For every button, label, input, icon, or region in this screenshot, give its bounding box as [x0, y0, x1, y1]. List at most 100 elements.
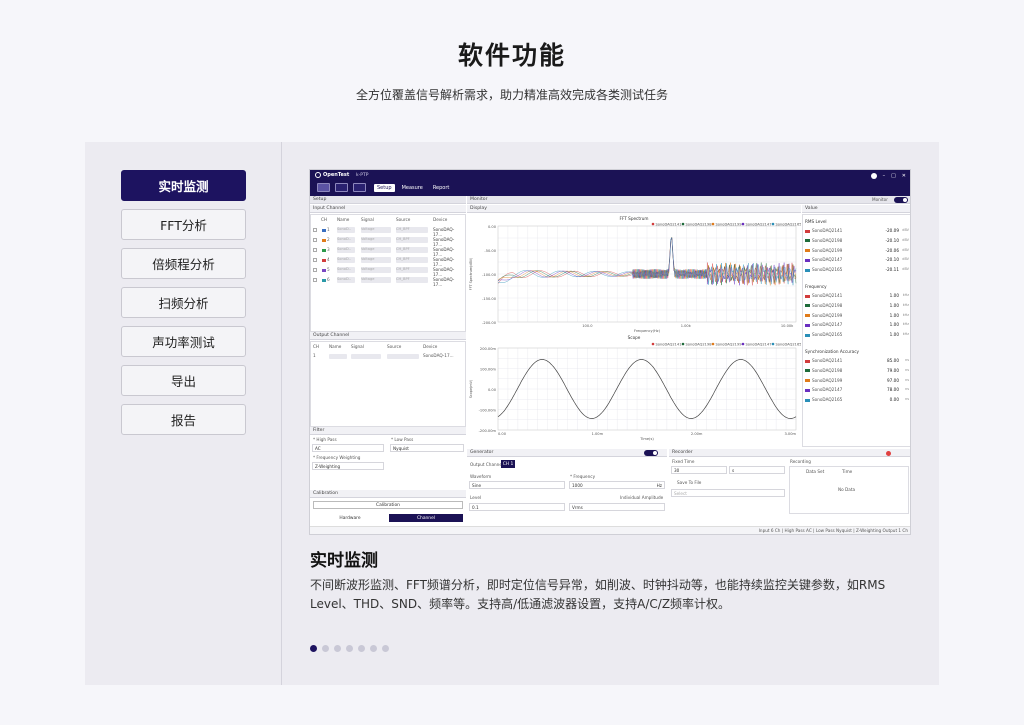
row-source[interactable]: CH_BPF	[396, 227, 428, 233]
fixed-time-unit[interactable]: s	[729, 466, 785, 474]
row-checkbox[interactable]	[313, 228, 317, 232]
level-input[interactable]: 0.1	[469, 503, 565, 511]
menu-item-report[interactable]: 报告	[121, 404, 246, 435]
row-checkbox[interactable]	[313, 278, 317, 282]
tab-setup[interactable]: Setup	[374, 184, 395, 192]
legend-swatch	[771, 342, 775, 346]
row-signal[interactable]: Voltage	[361, 237, 391, 243]
row-source[interactable]: CH_BPF	[396, 247, 428, 253]
pager-dot[interactable]	[346, 645, 353, 652]
row-name[interactable]: SonoD..	[337, 227, 355, 233]
row-checkbox[interactable]	[313, 248, 317, 252]
scope-ytick: 0.00	[488, 388, 497, 392]
frequency-unit: Hz	[656, 483, 662, 488]
row-checkbox[interactable]	[313, 238, 317, 242]
row-checkbox[interactable]	[313, 258, 317, 262]
fft-ytick: -50.00	[484, 249, 496, 253]
legend-swatch	[711, 342, 715, 346]
menu-item-sweep[interactable]: 扫频分析	[121, 287, 246, 318]
row-signal[interactable]: Voltage	[361, 227, 391, 233]
pager-dot[interactable]	[358, 645, 365, 652]
project-name: k-PTP	[356, 173, 369, 178]
tab-channel[interactable]: Channel	[389, 514, 463, 522]
low-pass-select[interactable]: Nyquist	[390, 444, 464, 452]
series-value: 1.00	[889, 302, 899, 308]
scope-ylabel: Scope(mV)	[469, 379, 473, 398]
monitor-toggle[interactable]	[894, 197, 908, 203]
weighting-select[interactable]: Z-Weighting	[312, 462, 384, 470]
row-ch: 3	[327, 247, 330, 252]
setup-header: Setup	[310, 196, 466, 204]
out-row-name[interactable]	[329, 354, 347, 359]
series-swatch	[805, 398, 810, 402]
series-swatch	[805, 294, 810, 298]
series-swatch	[805, 323, 810, 327]
menu-item-fft[interactable]: FFT分析	[121, 209, 246, 240]
row-source[interactable]: CH_BPF	[396, 277, 428, 283]
col-signal: Signal	[361, 217, 374, 222]
row-signal[interactable]: Voltage	[361, 247, 391, 253]
avatar[interactable]	[870, 173, 877, 179]
layout-icon[interactable]	[317, 183, 330, 192]
close-icon[interactable]: ✕	[902, 173, 906, 179]
sync-row: SonoDAQ2198 79.00 ns	[805, 368, 909, 373]
row-name[interactable]: SonoD..	[337, 247, 355, 253]
tab-report[interactable]: Report	[430, 184, 453, 192]
menu-item-octave[interactable]: 倍频程分析	[121, 248, 246, 279]
row-name[interactable]: SonoD..	[337, 277, 355, 283]
fft-ylabel: FFT Spectrum(dBV)	[469, 257, 473, 290]
out-col-source: Source	[387, 344, 402, 349]
legend-swatch	[741, 342, 745, 346]
pager-dot[interactable]	[382, 645, 389, 652]
save-path-select[interactable]: Select	[671, 489, 785, 497]
series-swatch	[805, 379, 810, 383]
out-row-signal[interactable]	[351, 354, 381, 359]
out-row-source[interactable]	[387, 354, 419, 359]
network-icon[interactable]	[353, 183, 366, 192]
calibration-button[interactable]: Calibration	[313, 501, 463, 509]
row-name[interactable]: SonoD..	[337, 237, 355, 243]
generator-toggle[interactable]	[644, 450, 658, 456]
row-name[interactable]: SonoD..	[337, 267, 355, 273]
pager-dot[interactable]	[334, 645, 341, 652]
freq-title: Frequency	[805, 284, 827, 289]
row-source[interactable]: CH_BPF	[396, 237, 428, 243]
gen-output-ch1[interactable]: CH 1	[501, 460, 515, 468]
level-unit-select[interactable]: Vrms	[569, 503, 665, 511]
col-ch: CH	[321, 217, 328, 222]
tab-measure[interactable]: Measure	[399, 184, 426, 192]
row-signal[interactable]: Voltage	[361, 267, 391, 273]
menu-item-sound-power[interactable]: 声功率测试	[121, 326, 246, 357]
channel-color-swatch	[322, 268, 326, 272]
logo-icon	[315, 172, 321, 178]
fixed-time-input[interactable]: 30	[671, 466, 727, 474]
fft-ytick: 0.00	[488, 225, 497, 229]
pager-dot[interactable]	[310, 645, 317, 652]
waveform-label: Waveform	[470, 474, 492, 479]
menu-item-realtime[interactable]: 实时监测	[121, 170, 246, 201]
minimize-icon[interactable]: –	[883, 173, 886, 179]
menu-item-export[interactable]: 导出	[121, 365, 246, 396]
pager-dot[interactable]	[370, 645, 377, 652]
waveform-select[interactable]: Sine	[469, 481, 565, 489]
rms-row: SonoDAQ2199 -20.06 dBV	[805, 248, 909, 253]
calibration-header: Calibration	[310, 490, 466, 498]
row-checkbox[interactable]	[313, 268, 317, 272]
row-source[interactable]: CH_BPF	[396, 257, 428, 263]
pager-dot[interactable]	[322, 645, 329, 652]
maximize-icon[interactable]: □	[891, 173, 896, 179]
series-value: 1.00	[889, 293, 899, 298]
row-signal[interactable]: Voltage	[361, 257, 391, 263]
device-icon[interactable]	[335, 183, 348, 192]
row-source[interactable]: CH_BPF	[396, 267, 428, 273]
individual-amplitude-label: Individual Amplitude	[620, 495, 664, 500]
rms-row: SonoDAQ2165 -20.11 dBV	[805, 267, 909, 272]
row-signal[interactable]: Voltage	[361, 277, 391, 283]
row-name[interactable]: SonoD..	[337, 257, 355, 263]
value-panel: RMS Level SonoDAQ2141 -20.09 dBV SonoDAQ2198…	[802, 214, 910, 447]
frequency-input[interactable]: 1000 Hz	[569, 481, 665, 489]
high-pass-select[interactable]: AC	[312, 444, 384, 452]
tab-hardware[interactable]: Hardware	[313, 514, 387, 522]
record-icon[interactable]	[886, 451, 891, 456]
fixed-time-label: Fixed Time	[672, 459, 695, 464]
